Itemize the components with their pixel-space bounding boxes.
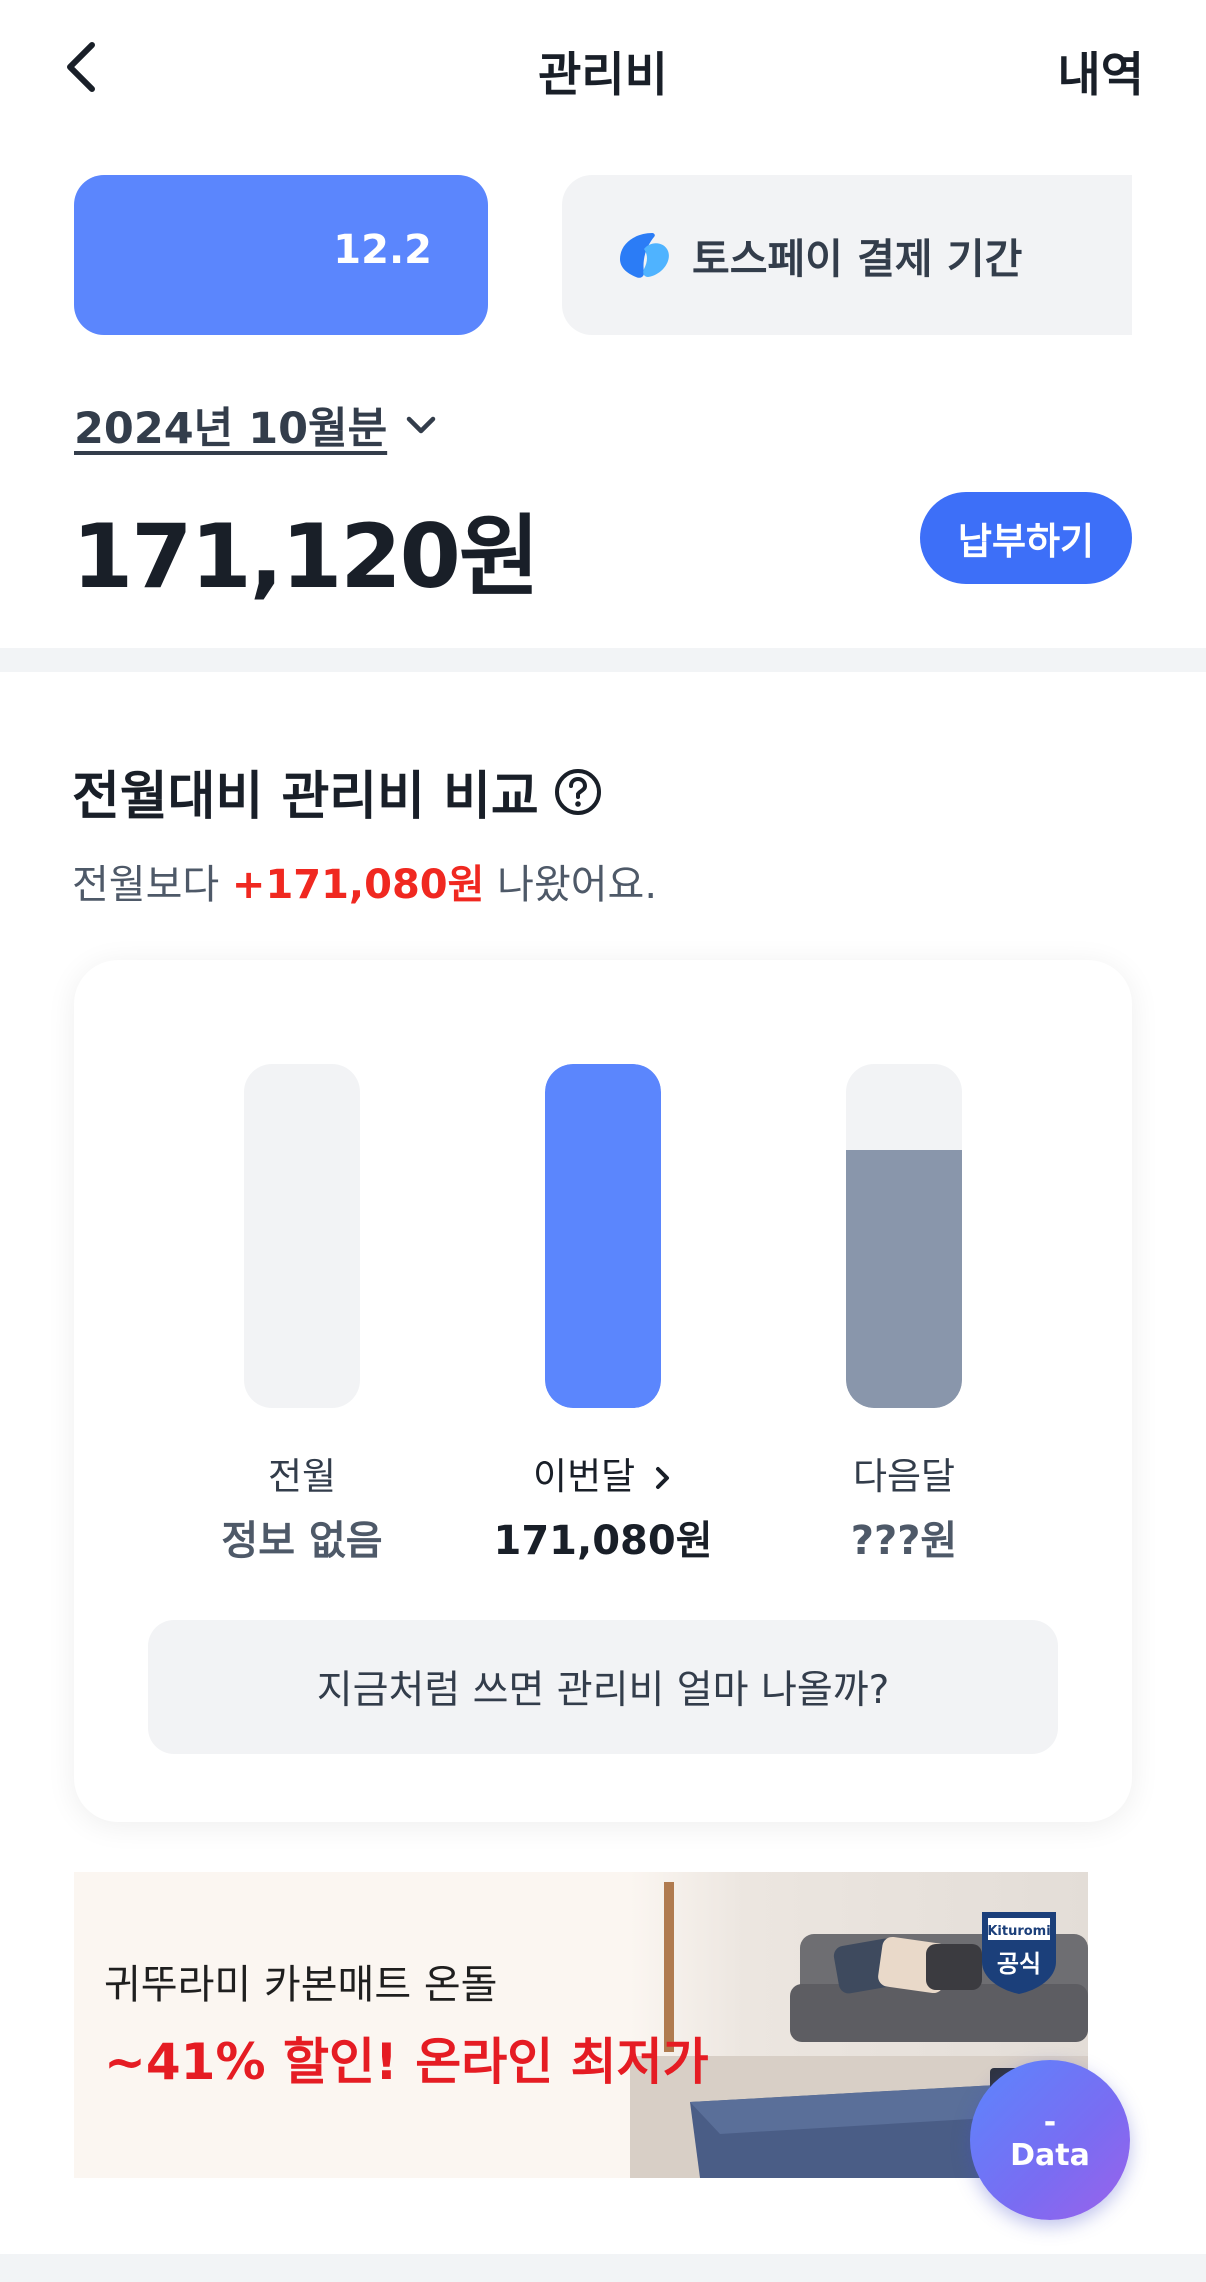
tosspay-label: 토스페이 결제 기간	[692, 235, 1023, 283]
bar-next-month-label: 다음달	[852, 1455, 956, 1498]
help-icon[interactable]	[553, 767, 603, 817]
section-divider	[0, 648, 1206, 672]
bar-prev-month-track	[244, 1064, 360, 1408]
due-date-card[interactable]: 12.2	[74, 175, 488, 335]
top-bar: 관리비 내역	[0, 0, 1206, 135]
banner-promo: ~41% 할인! 온라인 최저가	[104, 2033, 709, 2091]
chevron-right-icon	[655, 1467, 669, 1489]
due-date-text: 12.2	[333, 227, 432, 273]
chevron-down-icon	[406, 416, 436, 434]
predict-fee-button[interactable]: 지금처럼 쓰면 관리비 얼마 나올까?	[148, 1620, 1058, 1754]
tosspay-logo-icon	[620, 233, 669, 278]
bar-next-month	[846, 1150, 962, 1408]
bar-this-month-track[interactable]	[545, 1064, 661, 1408]
bar-prev-month-value: 정보 없음	[221, 1518, 383, 1564]
bar-next-month-value: ???원	[850, 1518, 958, 1564]
bar-this-month-label-link[interactable]: 이번달	[473, 1446, 733, 1500]
badge-text: 공식	[997, 1950, 1041, 1978]
diff-suffix: 나왔어요.	[484, 862, 658, 908]
bar-prev-month-label: 전월	[267, 1455, 337, 1498]
data-fab-label: Data	[1010, 2137, 1090, 2173]
history-button[interactable]: 내역	[1058, 36, 1144, 105]
badge-brand: Kituromi	[987, 1924, 1050, 1939]
data-fab-dash: -	[1043, 2104, 1057, 2140]
data-floating-button[interactable]: - Data	[970, 2060, 1130, 2220]
banner-headline: 귀뚜라미 카본매트 온돌	[104, 1962, 498, 2008]
tosspay-period-card[interactable]: 토스페이 결제 기간	[562, 175, 1132, 335]
ad-banner[interactable]: 귀뚜라미 카본매트 온돌 ~41% 할인! 온라인 최저가 Kituromi 공…	[74, 1872, 1088, 2178]
bar-next-month-track	[846, 1064, 962, 1408]
kituromi-official-badge: Kituromi 공식	[982, 1912, 1056, 1994]
bar-this-month-value: 171,080원	[493, 1518, 713, 1564]
diff-summary: 전월보다 +171,080원 나왔어요.	[72, 852, 657, 910]
bar-this-month-label: 이번달	[533, 1455, 636, 1498]
diff-amount: +171,080원	[231, 862, 485, 908]
bottom-divider	[0, 2254, 1206, 2282]
comparison-card: 전월 정보 없음 이번달 171,080원 다음달 ???원 지금처럼 쓰면 관…	[74, 960, 1132, 1822]
month-label: 2024년 10월분	[74, 404, 388, 454]
comparison-title-text: 전월대비 관리비 비교	[72, 767, 539, 827]
comparison-title: 전월대비 관리비 비교	[72, 754, 603, 829]
bar-this-month	[545, 1064, 661, 1408]
pay-button[interactable]: 납부하기	[920, 492, 1132, 584]
total-amount: 171,120원	[72, 505, 540, 608]
page-title: 관리비	[538, 48, 668, 103]
month-selector[interactable]: 2024년 10월분	[74, 394, 441, 456]
diff-prefix: 전월보다	[72, 862, 232, 908]
